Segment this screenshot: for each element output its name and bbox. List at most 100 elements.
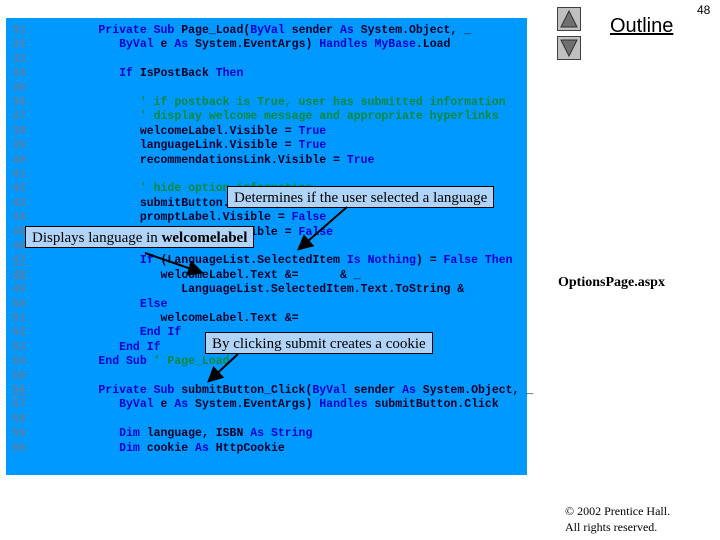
line-number: 56 xyxy=(12,384,26,397)
line-number: 41 xyxy=(12,168,26,181)
triangle-down-icon xyxy=(560,39,578,58)
code-keyword: End If xyxy=(57,326,182,340)
code-keyword: If xyxy=(57,254,161,268)
callout-displays-bold: welcomelabel xyxy=(161,230,248,246)
code-identifier: welcomeLabel.Visible = xyxy=(57,124,299,138)
code-identifier: IsPostBack xyxy=(139,67,216,81)
code-identifier: welcomeLabel.Text &= xyxy=(57,312,299,325)
code-identifier: LanguageList.SelectedItem.Text.ToString … xyxy=(57,283,465,297)
line-number: 39 xyxy=(12,139,26,153)
line-number: 59 xyxy=(12,427,26,441)
code-text: End If xyxy=(57,340,161,355)
code-keyword: Handles xyxy=(319,398,368,412)
code-identifier: recommendationsLink.Visible = xyxy=(57,153,347,167)
code-text: Dim cookie As HttpCookie xyxy=(57,442,285,456)
code-text: Else xyxy=(57,297,168,312)
line-number: 47 xyxy=(12,254,26,268)
code-keyword: Private Sub xyxy=(57,384,182,397)
code-keyword: As String xyxy=(250,427,313,441)
callout-creates-cookie: By clicking submit creates a cookie xyxy=(205,332,433,354)
code-identifier: submitButton_Click( xyxy=(181,384,313,397)
code-text: welcomeLabel.Text &= xyxy=(57,312,299,326)
code-keyword: False xyxy=(291,211,327,225)
code-comment: ' Page_Load xyxy=(153,355,230,369)
code-keyword: Dim xyxy=(57,427,140,441)
code-identifier: sender xyxy=(346,384,403,397)
line-number: 36 xyxy=(12,96,26,109)
code-identifier: System.Object, _ xyxy=(353,24,472,37)
next-slide-button[interactable] xyxy=(557,36,581,60)
code-identifier: promptLabel.Visible = xyxy=(57,211,292,225)
code-identifier: System.EventArgs) xyxy=(188,38,320,52)
code-identifier: System.Object, _ xyxy=(415,384,534,397)
code-identifier: e xyxy=(153,38,175,52)
line-number: 58 xyxy=(12,412,26,426)
code-keyword: As xyxy=(402,384,416,397)
code-text: promptLabel.Visible = False xyxy=(57,211,326,225)
copyright-line-1: © 2002 Prentice Hall. xyxy=(565,504,671,518)
code-text: languageLink.Visible = True xyxy=(57,139,326,153)
copyright-notice: © 2002 Prentice Hall. All rights reserve… xyxy=(565,503,670,535)
code-keyword: Handles MyBase xyxy=(319,38,416,52)
code-keyword: ByVal xyxy=(250,24,285,37)
code-identifier: e xyxy=(153,398,175,412)
page-number: 48 xyxy=(697,3,711,17)
code-identifier: cookie xyxy=(139,441,196,455)
code-keyword: ByVal xyxy=(57,398,154,412)
filename-label: OptionsPage.aspx xyxy=(558,275,665,290)
line-number: 60 xyxy=(12,441,26,455)
code-text: welcomeLabel.Text &= & _ xyxy=(57,269,361,283)
line-number: 43 xyxy=(12,196,26,210)
code-text: Private Sub Page_Load(ByVal sender As Sy… xyxy=(57,24,471,38)
line-number: 44 xyxy=(12,211,26,225)
callout-cookie-text: By clicking submit creates a cookie xyxy=(212,336,426,352)
code-text: ByVal e As System.EventArgs) Handles MyB… xyxy=(57,38,450,52)
code-keyword: End If xyxy=(57,340,161,354)
code-text: End Sub ' Page_Load xyxy=(57,355,230,369)
code-identifier: HttpCookie xyxy=(208,441,285,455)
code-identifier: ) = xyxy=(415,254,444,268)
code-keyword: As xyxy=(195,441,209,455)
line-number: 52 xyxy=(12,326,26,340)
code-keyword: True xyxy=(298,139,327,153)
code-keyword: Is Nothing xyxy=(346,254,416,268)
line-number: 49 xyxy=(12,283,26,297)
code-text: Dim language, ISBN As String xyxy=(57,427,312,441)
callout-displays-language: Displays language in welcomelabel xyxy=(25,226,255,248)
code-identifier: language, ISBN xyxy=(139,427,251,441)
code-text: welcomeLabel.Visible = True xyxy=(57,125,326,139)
line-number: 32 xyxy=(12,38,26,52)
code-comment: ' display welcome message and appropriat… xyxy=(57,110,499,124)
code-text: End If xyxy=(57,326,181,340)
code-identifier: languageLink.Visible = xyxy=(57,139,299,153)
line-number: 50 xyxy=(12,297,26,311)
code-identifier: welcomeLabel.Text &= & _ xyxy=(57,268,361,282)
copyright-line-2: All rights reserved. xyxy=(565,520,658,534)
line-number: 31 xyxy=(12,24,26,37)
line-number: 35 xyxy=(12,81,26,95)
code-keyword: As xyxy=(339,24,354,37)
code-text: ' display welcome message and appropriat… xyxy=(57,110,499,124)
outline-link[interactable]: Outline xyxy=(610,15,673,38)
code-text: recommendationsLink.Visible = True xyxy=(57,153,375,168)
line-number: 40 xyxy=(12,153,26,167)
callout-displays-text: Displays language in xyxy=(32,230,162,246)
line-number: 57 xyxy=(12,398,26,412)
line-number: 48 xyxy=(12,268,26,282)
code-text: If (LanguageList.SelectedItem Is Nothing… xyxy=(57,254,513,268)
line-number: 34 xyxy=(12,67,26,81)
triangle-up-icon xyxy=(560,9,578,28)
code-keyword: True xyxy=(346,153,375,167)
code-keyword: False xyxy=(298,225,334,239)
line-number: 54 xyxy=(12,355,26,369)
previous-slide-button[interactable] xyxy=(557,7,581,31)
code-keyword: Dim xyxy=(57,441,140,455)
line-number: 53 xyxy=(12,340,26,354)
code-identifier: Page_Load( xyxy=(181,24,251,37)
code-text: ByVal e As System.EventArgs) Handles sub… xyxy=(57,398,499,412)
code-keyword: True xyxy=(298,124,327,138)
code-keyword: Else xyxy=(57,297,168,311)
code-identifier: submitButton.Click xyxy=(367,398,499,412)
code-keyword: ByVal xyxy=(312,384,347,397)
code-keyword: As xyxy=(174,398,189,412)
